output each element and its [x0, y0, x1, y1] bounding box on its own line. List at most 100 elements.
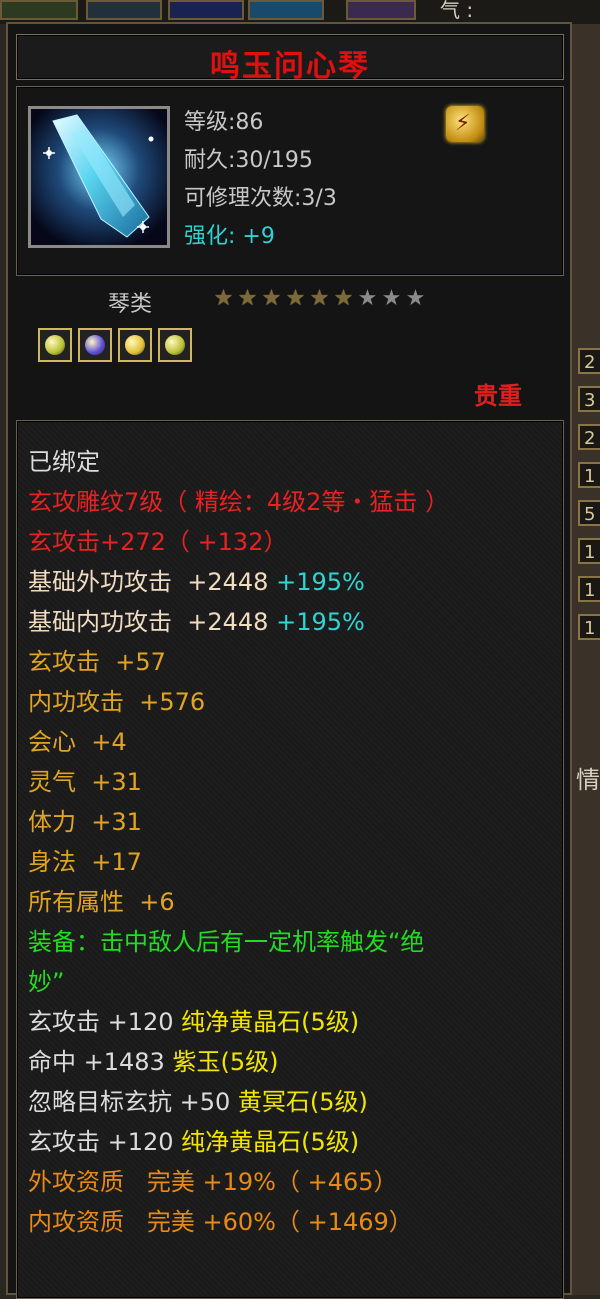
- gem-stat: 玄攻击 +120: [28, 1128, 174, 1156]
- gem-bonus-line: 忽略目标玄抗 +50 黄冥石(5级): [28, 1082, 368, 1122]
- attribute-label: 玄攻击: [28, 648, 100, 676]
- enhance-label: 强化:: [184, 224, 243, 249]
- attribute-line: 会心 +4: [28, 722, 127, 762]
- star-filled-icon: ★: [285, 286, 307, 311]
- right-tab[interactable]: 1: [578, 576, 600, 602]
- background-toolbar: 气 :: [0, 0, 600, 24]
- aptitude-grade: 完美: [146, 1168, 195, 1196]
- engrave-line: 玄攻雕纹7级（ 精绘：4级2等・猛击 ）: [28, 488, 450, 516]
- attribute-value: +576: [139, 688, 206, 716]
- background-right-panel: [570, 24, 600, 1295]
- attribute-label: 内功攻击: [28, 688, 124, 716]
- right-tab[interactable]: 5: [578, 500, 600, 526]
- gem-stat: 忽略目标玄抗 +50: [28, 1088, 231, 1116]
- attribute-label: 会心: [28, 728, 76, 756]
- gem-slots: [38, 328, 198, 362]
- stat-value: +2448: [187, 568, 269, 596]
- attribute-value: +6: [139, 888, 175, 916]
- stat-percent: +195%: [276, 568, 365, 596]
- star-empty-icon: ★: [405, 286, 427, 311]
- base-inner-attack: 基础内功攻击 +2448 +195%: [28, 602, 365, 642]
- stat-percent: +195%: [276, 608, 365, 636]
- item-icon: [28, 106, 170, 248]
- title-bar: 鸣玉问心琴: [16, 34, 564, 84]
- item-repair-count: 可修理次数:3/3: [184, 186, 337, 211]
- stat-label: 基础内功攻击: [28, 608, 172, 636]
- right-tab[interactable]: 3: [578, 386, 600, 412]
- aptitude-label: 外攻资质: [28, 1168, 124, 1196]
- gem-name: 紫玉(5级): [164, 1048, 279, 1076]
- gem-name: 纯净黄晶石(5级): [173, 1128, 360, 1156]
- gem-bonus-line: 玄攻击 +120 纯净黄晶石(5级): [28, 1002, 359, 1042]
- item-level: 等级:86: [184, 110, 264, 135]
- yellow-gem-icon[interactable]: [38, 328, 72, 362]
- right-tab[interactable]: 1: [578, 462, 600, 488]
- attribute-value: +4: [91, 728, 127, 756]
- xuan-attack-line: 玄攻击+272（ +132）: [28, 528, 288, 556]
- item-name: 鸣玉问心琴: [210, 49, 370, 84]
- aptitude-line: 内攻资质 完美 +60%（ +1469）: [28, 1202, 413, 1242]
- aptitude-label: 内攻资质: [28, 1208, 124, 1236]
- toolbar-slot[interactable]: [346, 0, 416, 20]
- attribute-line: 体力 +31: [28, 802, 142, 842]
- attribute-line: 内功攻击 +576: [28, 682, 205, 722]
- toolbar-slot[interactable]: [248, 0, 324, 20]
- equip-effect: 装备：击中敌人后有一定机率触发“绝: [28, 928, 425, 956]
- background-text: 气 :: [440, 0, 474, 22]
- aptitude-value: +60%（ +1469）: [202, 1208, 413, 1236]
- star-filled-icon: ★: [213, 286, 235, 311]
- item-rarity: 贵重: [474, 382, 522, 410]
- gem-bonus-line: 玄攻击 +120 纯净黄晶石(5级): [28, 1122, 359, 1162]
- attribute-label: 体力: [28, 808, 76, 836]
- toolbar-slot[interactable]: [0, 0, 78, 20]
- star-filled-icon: ★: [261, 286, 283, 311]
- gold-gem-icon[interactable]: [118, 328, 152, 362]
- purple-gem-icon[interactable]: [78, 328, 112, 362]
- right-tab[interactable]: 1: [578, 538, 600, 564]
- attribute-value: +17: [91, 848, 142, 876]
- toolbar-slot[interactable]: [168, 0, 244, 20]
- item-tooltip: 鸣玉问心琴 等级:86 耐久:30/195 可修理次数:3/3 强化: +9 ⚡…: [6, 22, 572, 1299]
- lightning-badge-icon[interactable]: ⚡: [446, 106, 484, 142]
- right-tab[interactable]: 2: [578, 424, 600, 450]
- base-outer-attack: 基础外功攻击 +2448 +195%: [28, 562, 365, 602]
- qin-icon: [31, 109, 167, 245]
- right-tab[interactable]: 1: [578, 614, 600, 640]
- attribute-line: 所有属性 +6: [28, 882, 175, 922]
- star-filled-icon: ★: [309, 286, 331, 311]
- star-filled-icon: ★: [333, 286, 355, 311]
- attribute-value: +31: [91, 768, 142, 796]
- star-rating: ★ ★ ★ ★ ★ ★ ★ ★ ★: [212, 286, 428, 311]
- attribute-label: 灵气: [28, 768, 76, 796]
- stat-value: +2448: [187, 608, 269, 636]
- gem-stat: 命中 +1483: [28, 1048, 165, 1076]
- equip-effect-cont: 妙”: [28, 968, 65, 996]
- aptitude-line: 外攻资质 完美 +19%（ +465）: [28, 1162, 398, 1202]
- star-empty-icon: ★: [357, 286, 379, 311]
- background-text: 情: [576, 766, 600, 794]
- gem-name: 纯净黄晶石(5级): [173, 1008, 360, 1036]
- item-durability: 耐久:30/195: [184, 148, 313, 173]
- attribute-value: +57: [115, 648, 166, 676]
- attribute-label: 所有属性: [28, 888, 124, 916]
- aptitude-grade: 完美: [146, 1208, 195, 1236]
- attribute-value: +31: [91, 808, 142, 836]
- bound-status: 已绑定: [28, 448, 100, 476]
- aptitude-value: +19%（ +465）: [202, 1168, 398, 1196]
- gem-name: 黄冥石(5级): [230, 1088, 368, 1116]
- star-filled-icon: ★: [237, 286, 259, 311]
- attribute-line: 灵气 +31: [28, 762, 142, 802]
- stat-label: 基础外功攻击: [28, 568, 172, 596]
- gem-stat: 玄攻击 +120: [28, 1008, 174, 1036]
- toolbar-slot[interactable]: [86, 0, 162, 20]
- right-tab[interactable]: 2: [578, 348, 600, 374]
- attribute-line: 玄攻击 +57: [28, 642, 166, 682]
- item-enhance: 强化: +9: [184, 218, 275, 250]
- enhance-value: +9: [242, 224, 275, 249]
- yellow-gem-icon[interactable]: [158, 328, 192, 362]
- gem-bonus-line: 命中 +1483 紫玉(5级): [28, 1042, 278, 1082]
- attribute-label: 身法: [28, 848, 76, 876]
- attribute-line: 身法 +17: [28, 842, 142, 882]
- star-empty-icon: ★: [381, 286, 403, 311]
- item-category: 琴类: [108, 292, 153, 317]
